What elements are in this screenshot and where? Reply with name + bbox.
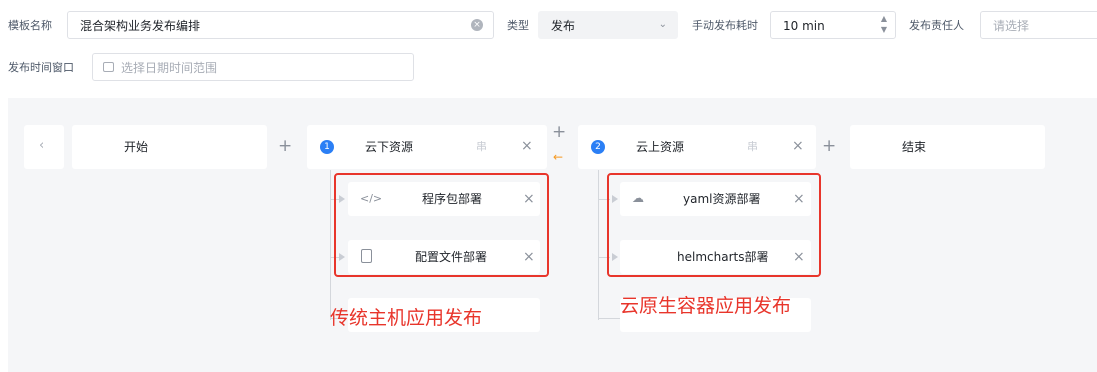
type-select[interactable]: 发布 ⌄ bbox=[538, 11, 678, 39]
manual-time-label: 手动发布耗时 bbox=[692, 19, 758, 32]
connector-line bbox=[598, 318, 620, 319]
end-label: 结束 bbox=[902, 140, 927, 154]
clear-icon[interactable]: × bbox=[471, 19, 483, 31]
stage-card-1[interactable]: 1 云下资源 串 × bbox=[307, 125, 547, 169]
owner-label: 发布责任人 bbox=[909, 19, 964, 32]
swap-arrow-icon[interactable]: ← bbox=[553, 150, 563, 164]
window-range-picker[interactable]: 选择日期时间范围 bbox=[92, 53, 414, 81]
collapse-button[interactable]: ‹ bbox=[24, 125, 64, 169]
stage-index-badge: 2 bbox=[591, 140, 605, 154]
stage-title: 云下资源 bbox=[365, 140, 414, 154]
type-value: 发布 bbox=[551, 19, 576, 33]
window-label: 发布时间窗口 bbox=[8, 61, 74, 74]
serial-mode-toggle[interactable]: 串 bbox=[476, 139, 487, 155]
type-label: 类型 bbox=[507, 19, 529, 32]
stepper-up-icon[interactable]: ▲ bbox=[881, 14, 887, 24]
highlight-box bbox=[334, 173, 549, 277]
annotation-left: 传统主机应用发布 bbox=[330, 307, 483, 329]
serial-mode-toggle[interactable]: 串 bbox=[747, 139, 758, 155]
chevron-down-icon: ⌄ bbox=[658, 19, 667, 30]
template-name-input[interactable]: 混合架构业务发布编排 × bbox=[67, 11, 494, 39]
stepper-down-icon[interactable]: ▼ bbox=[881, 25, 887, 35]
calendar-icon bbox=[103, 62, 114, 72]
close-icon[interactable]: × bbox=[792, 138, 804, 154]
manual-time-stepper[interactable]: 10 min ▲ ▼ bbox=[770, 11, 896, 39]
manual-time-value: 10 min bbox=[783, 19, 825, 33]
start-label: 开始 bbox=[124, 140, 149, 154]
highlight-box bbox=[607, 173, 821, 277]
stage-card-2[interactable]: 2 云上资源 串 × bbox=[578, 125, 816, 169]
owner-placeholder: 请选择 bbox=[993, 19, 1030, 33]
end-node[interactable]: 结束 bbox=[850, 125, 1045, 169]
add-stage-button[interactable]: + bbox=[822, 137, 836, 155]
annotation-right: 云原生容器应用发布 bbox=[620, 295, 792, 317]
connector-line bbox=[330, 170, 331, 320]
template-name-value: 混合架构业务发布编排 bbox=[80, 19, 201, 33]
stage-index-badge: 1 bbox=[320, 140, 334, 154]
owner-select[interactable]: 请选择 bbox=[980, 11, 1097, 39]
close-icon[interactable]: × bbox=[521, 138, 533, 154]
stage-title: 云上资源 bbox=[636, 140, 685, 154]
start-node[interactable]: 开始 bbox=[72, 125, 267, 169]
connector-line bbox=[598, 170, 599, 320]
chevron-left-icon: ‹ bbox=[39, 138, 45, 153]
template-name-label: 模板名称 bbox=[8, 19, 52, 32]
add-stage-button[interactable]: + bbox=[278, 137, 292, 155]
window-placeholder: 选择日期时间范围 bbox=[121, 61, 218, 75]
add-stage-between-button[interactable]: + bbox=[552, 123, 566, 141]
